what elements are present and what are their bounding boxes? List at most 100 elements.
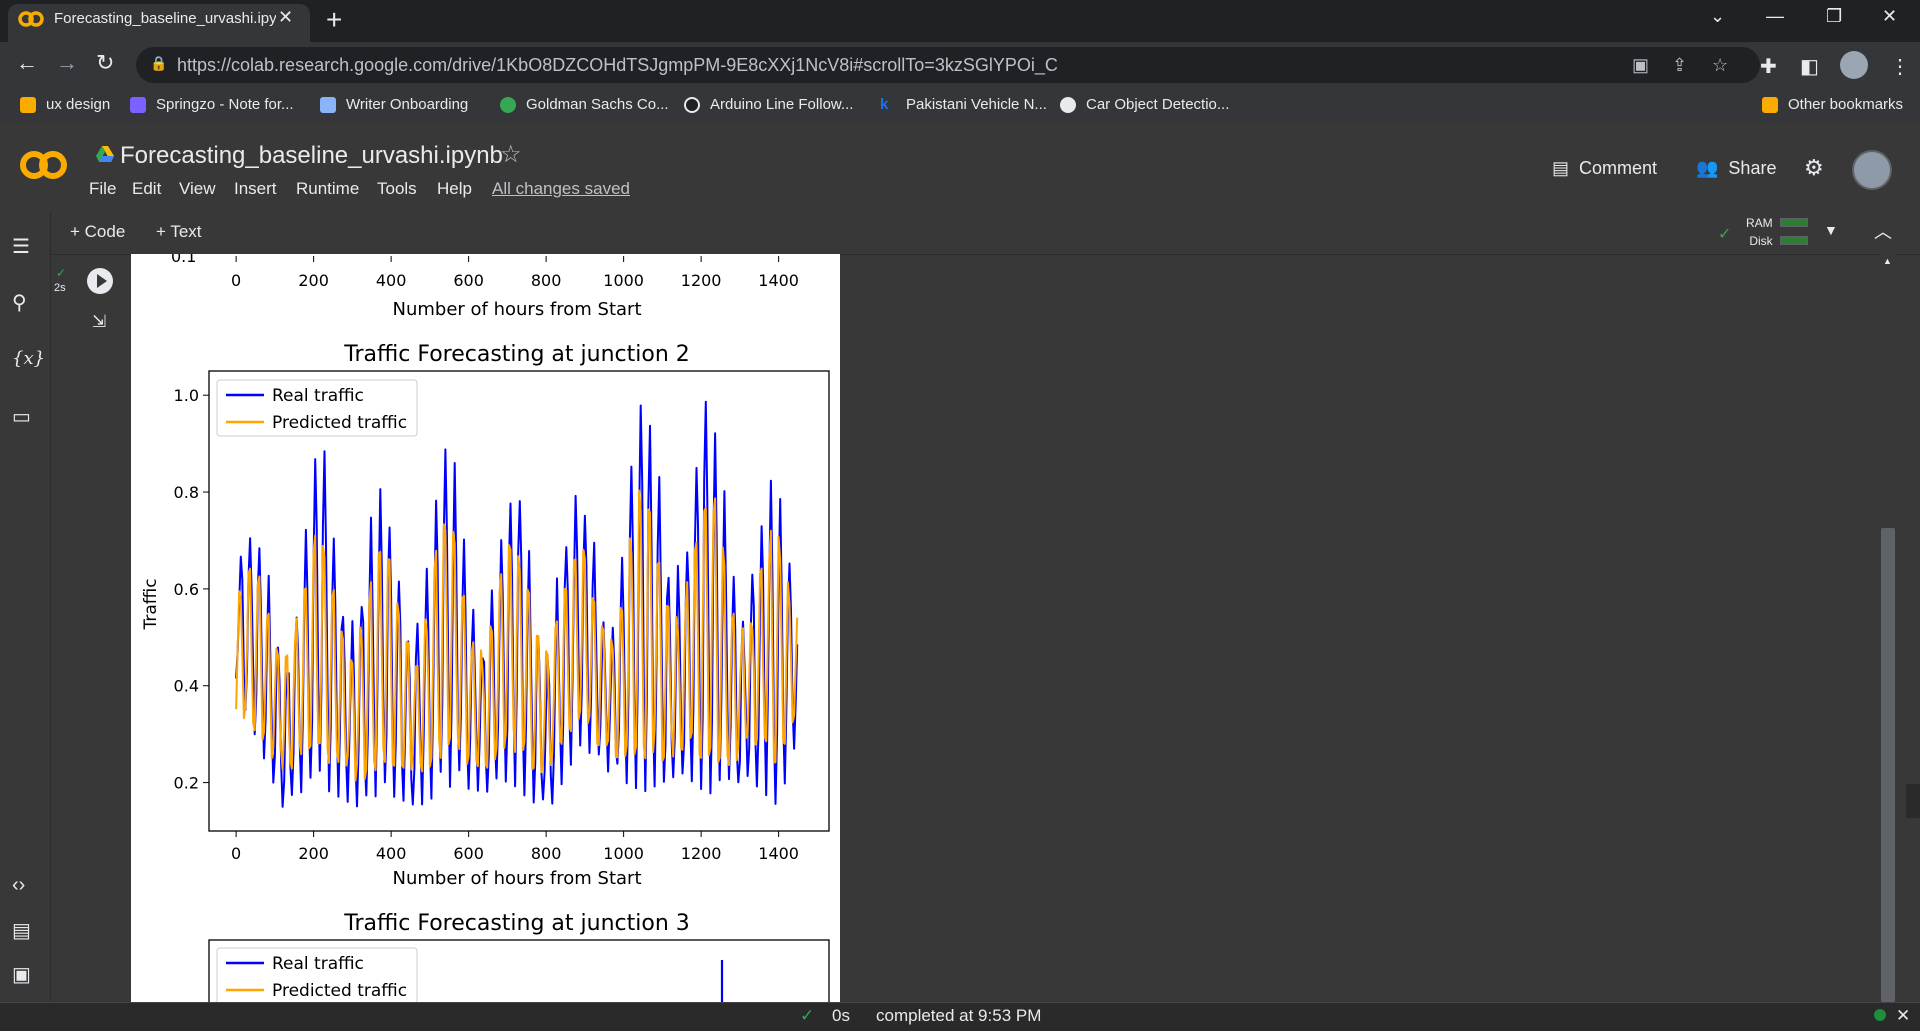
legend-label-real: Real traffic	[272, 386, 364, 406]
url-text[interactable]: https://colab.research.google.com/drive/…	[177, 55, 1058, 76]
y-tick-label: 0.2	[174, 774, 199, 793]
google-drive-icon	[96, 146, 114, 162]
scroll-up-arrow-icon[interactable]: ▲	[1883, 256, 1892, 266]
forward-icon[interactable]: →	[56, 50, 78, 76]
colab-logo-icon[interactable]	[18, 148, 70, 182]
comment-icon: ▤	[1552, 158, 1570, 178]
save-status[interactable]: All changes saved	[492, 179, 630, 199]
x-tick-label: 400	[376, 271, 407, 290]
bookmark-star-icon[interactable]: ☆	[1712, 55, 1728, 76]
status-check-icon: ✓	[800, 1006, 815, 1025]
lock-icon[interactable]: 🔒	[150, 55, 167, 72]
legend: Real traffic Predicted traffic	[216, 379, 418, 437]
bookmark-springzo[interactable]: Springzo - Note for...	[130, 96, 294, 113]
menu-tools[interactable]: Tools	[377, 179, 417, 199]
x-tick-label: 1000	[603, 844, 644, 863]
settings-gear-icon[interactable]: ⚙	[1804, 155, 1824, 181]
x-tick-label: 600	[453, 271, 484, 290]
bookmark-arduino[interactable]: Arduino Line Follow...	[684, 96, 853, 113]
resource-monitor[interactable]: RAM Disk	[1746, 214, 1773, 250]
cell-output: 0.1 0 200 400 600 800 1000 1200 1400 Number of …	[131, 254, 840, 1002]
k-icon: k	[880, 96, 889, 113]
scroll-marker	[1906, 784, 1920, 818]
restore-icon[interactable]: ❐	[1826, 6, 1842, 27]
files-folder-icon[interactable]: ▭	[12, 404, 31, 429]
other-bookmarks[interactable]: Other bookmarks	[1762, 96, 1903, 113]
tab-search-icon[interactable]: ⌄	[1710, 6, 1725, 27]
scrollbar-thumb[interactable]	[1881, 528, 1895, 1002]
menu-view[interactable]: View	[179, 179, 216, 199]
github-icon	[1060, 96, 1076, 113]
close-tab-icon[interactable]: ✕	[278, 7, 293, 28]
extensions-icon[interactable]: ✚	[1760, 54, 1777, 79]
bookmark-goldman-sachs[interactable]: Goldman Sachs Co...	[500, 96, 669, 113]
bookmark-pakistani-vehicle[interactable]: k Pakistani Vehicle N...	[880, 96, 1047, 113]
document-icon	[320, 96, 336, 113]
close-status-icon[interactable]: ✕	[1896, 1006, 1910, 1026]
chart-junction-1: 0.1 0 200 400 600 800 1000 1200 1400 Number of …	[171, 254, 799, 320]
variables-icon[interactable]: {x}	[12, 348, 45, 369]
runtime-dropdown-icon[interactable]: ▼	[1824, 222, 1838, 238]
x-tick-label: 0	[231, 844, 241, 863]
back-icon[interactable]: ←	[16, 50, 38, 76]
legend-label-real: Real traffic	[272, 954, 364, 974]
reload-icon[interactable]: ↻	[96, 50, 114, 76]
y-tick-label: 0.6	[174, 580, 199, 599]
x-tick-label: 200	[298, 271, 329, 290]
x-tick-label: 800	[531, 271, 562, 290]
chart-title: Traffic Forecasting at junction 2	[343, 342, 690, 367]
command-palette-icon[interactable]: ▤	[12, 918, 31, 943]
profile-avatar[interactable]	[1840, 51, 1868, 79]
collapse-header-icon[interactable]: ︿	[1874, 218, 1892, 244]
terminal-icon[interactable]: ▣	[12, 962, 31, 987]
window-close-icon[interactable]: ✕	[1882, 6, 1897, 27]
legend-label-predicted: Predicted traffic	[272, 981, 407, 1001]
minimize-icon[interactable]: —	[1766, 6, 1784, 27]
x-tick-label: 1000	[603, 271, 644, 290]
status-indicator-dot	[1874, 1009, 1886, 1021]
output-actions-icon[interactable]: ⇲	[92, 312, 106, 332]
menu-runtime[interactable]: Runtime	[296, 179, 359, 199]
comment-button[interactable]: ▤ Comment	[1552, 158, 1657, 179]
bookmark-car-object[interactable]: Car Object Detectio...	[1060, 96, 1229, 113]
x-tick-label: 1200	[681, 844, 722, 863]
menu-insert[interactable]: Insert	[234, 179, 277, 199]
x-tick-label: 0	[231, 271, 241, 290]
chrome-menu-icon[interactable]: ⋮	[1890, 54, 1910, 79]
arduino-icon	[684, 96, 700, 113]
chart-junction-2: Traffic Forecasting at junction 2 Traffi…	[141, 342, 830, 889]
bookmark-ux-design[interactable]: ux design	[20, 96, 110, 113]
legend-label-predicted: Predicted traffic	[272, 413, 407, 433]
people-icon: 👥	[1696, 158, 1719, 178]
execution-duration: 0s	[832, 1006, 850, 1025]
menu-file[interactable]: File	[89, 179, 116, 199]
star-icon[interactable]: ☆	[500, 140, 522, 169]
search-icon[interactable]: ⚲	[12, 290, 27, 315]
code-snippets-icon[interactable]: ‹›	[12, 874, 25, 897]
cast-blocked-icon[interactable]: ▣	[1632, 55, 1649, 76]
add-text-button[interactable]: + Text	[156, 222, 202, 242]
account-avatar[interactable]	[1852, 150, 1892, 190]
y-tick-label: 1.0	[174, 386, 199, 405]
share-page-icon[interactable]: ⇪	[1672, 55, 1687, 76]
notebook-toolbar	[50, 212, 1920, 255]
new-tab-icon[interactable]: +	[326, 4, 342, 36]
x-axis-label: Number of hours from Start	[392, 299, 641, 320]
add-code-button[interactable]: + Code	[70, 222, 125, 242]
menu-edit[interactable]: Edit	[132, 179, 161, 199]
side-panel-icon[interactable]: ◧	[1800, 54, 1819, 79]
bookmark-writer-onboarding[interactable]: Writer Onboarding	[320, 96, 468, 113]
x-tick-label: 1400	[758, 844, 799, 863]
table-of-contents-icon[interactable]: ☰	[12, 234, 30, 259]
x-tick-label: 800	[531, 844, 562, 863]
x-tick-label: 600	[453, 844, 484, 863]
execution-time: 2s	[54, 282, 66, 294]
share-button[interactable]: 👥 Share	[1696, 158, 1776, 179]
notebook-title[interactable]: Forecasting_baseline_urvashi.ipynb	[120, 142, 503, 170]
chart-output: 0.1 0 200 400 600 800 1000 1200 1400 Number of …	[141, 254, 830, 1002]
left-sidebar	[0, 212, 51, 1002]
ram-usage-bar	[1780, 218, 1808, 227]
y-tick-label: 0.1	[171, 254, 196, 266]
play-icon	[97, 274, 107, 288]
menu-help[interactable]: Help	[437, 179, 472, 199]
